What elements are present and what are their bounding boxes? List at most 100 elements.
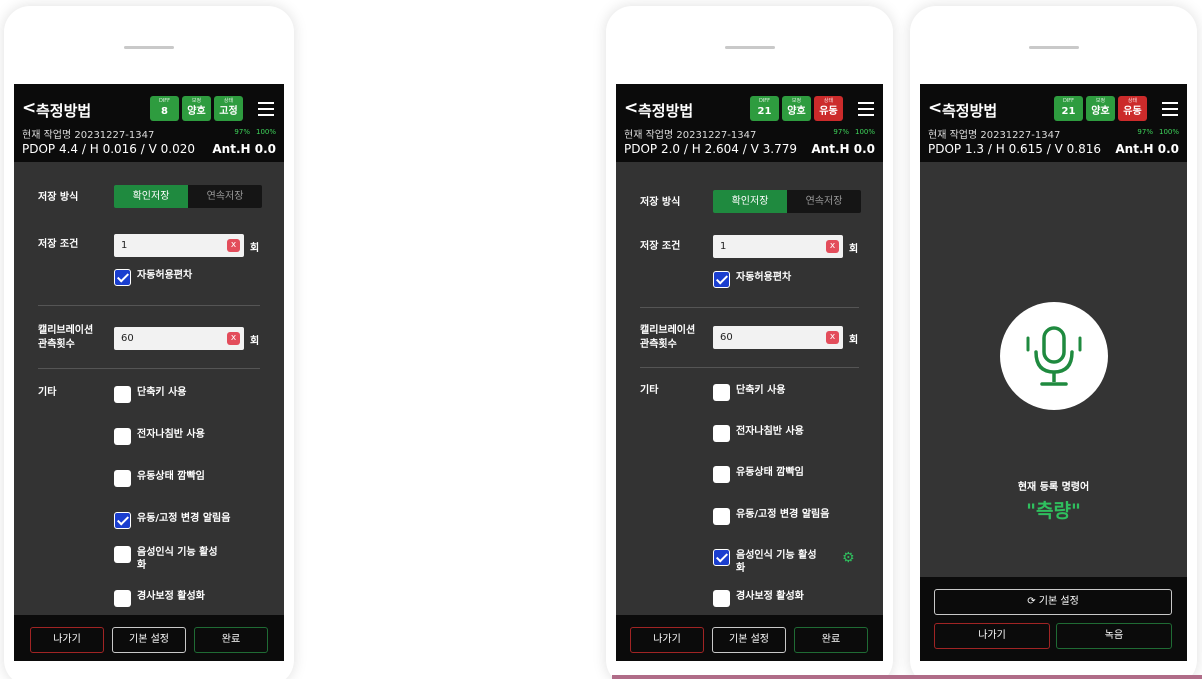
- antenna-height: Ant.H 0.0: [811, 142, 875, 156]
- checkbox-icon: [114, 590, 131, 607]
- checkbox-icon: [114, 470, 131, 487]
- fix-status-badge: 상태 고정: [214, 96, 243, 121]
- storage-icon: 100%: [1158, 128, 1179, 136]
- hamburger-menu-icon[interactable]: [858, 102, 874, 116]
- checkbox-icon: [713, 425, 730, 442]
- save-condition-input[interactable]: [720, 235, 820, 258]
- save-condition-label: 저장 조건: [38, 239, 79, 250]
- checkbox-checked-icon: [114, 512, 131, 529]
- device-status: 97% 100%: [1131, 128, 1179, 136]
- section-divider: [640, 307, 859, 308]
- checkbox-icon: [713, 590, 730, 607]
- calibration-field: x: [713, 326, 843, 349]
- calibration-label: 캘리브레이션 관측횟수: [38, 325, 94, 350]
- correction-badge: 보정 양호: [782, 96, 811, 121]
- float-blink-checkbox[interactable]: 유동상태 깜빡임: [114, 470, 205, 488]
- storage-icon: 100%: [255, 128, 276, 136]
- dop-readout: PDOP 1.3 / H 0.615 / V 0.816: [928, 142, 1101, 156]
- checkbox-checked-icon: [114, 269, 131, 286]
- save-confirm-option[interactable]: 확인저장: [114, 185, 188, 208]
- diff-badge: DIFF 21: [750, 96, 779, 121]
- exit-button[interactable]: 나가기: [630, 627, 704, 653]
- clear-icon[interactable]: x: [826, 240, 839, 253]
- compass-checkbox[interactable]: 전자나침반 사용: [713, 425, 804, 443]
- save-condition-label: 저장 조건: [640, 241, 681, 252]
- clear-icon[interactable]: x: [227, 332, 240, 345]
- status-badges: DIFF 21 보정 양호 상태 유동: [750, 96, 843, 121]
- save-continuous-option[interactable]: 연속저장: [787, 190, 861, 213]
- checkbox-checked-icon: [713, 271, 730, 288]
- float-fix-alarm-checkbox[interactable]: 유동/고정 변경 알림음: [114, 512, 230, 530]
- calibration-input[interactable]: [720, 326, 820, 349]
- current-job-label: 현재 작업명 20231227-1347: [928, 130, 1061, 141]
- exit-button[interactable]: 나가기: [30, 627, 104, 653]
- phone-notch: [724, 46, 775, 49]
- voice-footer: ⟳ 기본 설정 나가기 녹음: [920, 577, 1187, 661]
- reset-button[interactable]: 기본 설정: [112, 627, 186, 653]
- save-confirm-option[interactable]: 확인저장: [713, 190, 787, 213]
- voice-exit-button[interactable]: 나가기: [934, 623, 1050, 649]
- save-method-toggle: 확인저장 연속저장: [713, 190, 861, 213]
- shortcut-checkbox[interactable]: 단축키 사용: [713, 384, 785, 402]
- device-status: 97% 100%: [228, 128, 276, 136]
- back-arrow-icon[interactable]: <: [928, 98, 942, 118]
- calibration-unit: 회: [250, 336, 260, 347]
- app-header: < 측정방법 DIFF 21 보정 양호 상태 유동 현재 작업명 20231227-…: [920, 84, 1187, 162]
- save-continuous-option[interactable]: 연속저장: [188, 185, 262, 208]
- correction-badge: 보정 양호: [1086, 96, 1115, 121]
- battery-icon: 97%: [1137, 128, 1153, 136]
- float-blink-checkbox[interactable]: 유동상태 깜빡임: [713, 466, 804, 484]
- back-arrow-icon[interactable]: <: [624, 98, 638, 118]
- device-status: 97% 100%: [827, 128, 875, 136]
- clear-icon[interactable]: x: [227, 239, 240, 252]
- tilt-correction-checkbox[interactable]: 경사보정 활성화: [713, 590, 804, 608]
- dop-readout: PDOP 2.0 / H 2.604 / V 3.779: [624, 142, 797, 156]
- refresh-icon: ⟳: [1027, 596, 1036, 607]
- etc-label: 기타: [640, 385, 659, 396]
- voice-recognition-checkbox[interactable]: 음성인식 기능 활성 화: [713, 549, 817, 574]
- auto-tolerance-checkbox[interactable]: 자동허용편차: [713, 271, 791, 289]
- dop-readout: PDOP 4.4 / H 0.016 / V 0.020: [22, 142, 195, 156]
- hamburger-menu-icon[interactable]: [258, 102, 274, 116]
- shortcut-checkbox[interactable]: 단축키 사용: [114, 386, 186, 404]
- calibration-unit: 회: [849, 335, 859, 346]
- done-button[interactable]: 완료: [794, 627, 868, 653]
- reset-button[interactable]: 기본 설정: [712, 627, 786, 653]
- record-button[interactable]: 녹음: [1056, 623, 1172, 649]
- save-condition-field: x: [114, 234, 244, 257]
- microphone-icon: [1026, 326, 1082, 386]
- clear-icon[interactable]: x: [826, 331, 839, 344]
- diff-badge: DIFF 8: [150, 96, 179, 121]
- diff-badge: DIFF 21: [1054, 96, 1083, 121]
- storage-icon: 100%: [854, 128, 875, 136]
- page-title: 측정방법: [638, 102, 694, 120]
- back-arrow-icon[interactable]: <: [22, 98, 36, 118]
- checkbox-icon: [114, 386, 131, 403]
- save-condition-unit: 회: [849, 244, 859, 255]
- phone-notch: [1028, 46, 1079, 49]
- microphone-button[interactable]: [1000, 302, 1108, 410]
- compass-checkbox[interactable]: 전자나침반 사용: [114, 428, 205, 446]
- hamburger-menu-icon[interactable]: [1162, 102, 1178, 116]
- done-button[interactable]: 완료: [194, 627, 268, 653]
- settings-screen: < 측정방법 DIFF 8 보정 양호 상태 고정 현재 작업명 20231227-1…: [14, 84, 284, 661]
- calibration-input[interactable]: [121, 327, 221, 350]
- settings-screen: < 측정방법 DIFF 21 보정 양호 상태 유동 현재 작업명 20231227-…: [616, 84, 883, 661]
- checkbox-checked-icon: [713, 549, 730, 566]
- voice-recognition-checkbox[interactable]: 음성인식 기능 활성 화: [114, 546, 218, 571]
- checkbox-icon: [713, 384, 730, 401]
- auto-tolerance-checkbox[interactable]: 자동허용편차: [114, 269, 192, 287]
- float-fix-alarm-checkbox[interactable]: 유동/고정 변경 알림음: [713, 508, 829, 526]
- tilt-correction-checkbox[interactable]: 경사보정 활성화: [114, 590, 205, 608]
- registered-command-label: 현재 등록 명령어: [1017, 482, 1090, 493]
- etc-label: 기타: [38, 387, 57, 398]
- antenna-height: Ant.H 0.0: [1115, 142, 1179, 156]
- current-job-label: 현재 작업명 20231227-1347: [624, 130, 757, 141]
- correction-badge: 보정 양호: [182, 96, 211, 121]
- voice-reset-button[interactable]: ⟳ 기본 설정: [934, 589, 1172, 615]
- section-divider: [38, 368, 260, 369]
- app-header: < 측정방법 DIFF 21 보정 양호 상태 유동 현재 작업명 20231227-…: [616, 84, 883, 162]
- save-condition-input[interactable]: [121, 234, 221, 257]
- page-title: 측정방법: [36, 102, 92, 120]
- voice-settings-gear-icon[interactable]: ⚙: [842, 550, 855, 566]
